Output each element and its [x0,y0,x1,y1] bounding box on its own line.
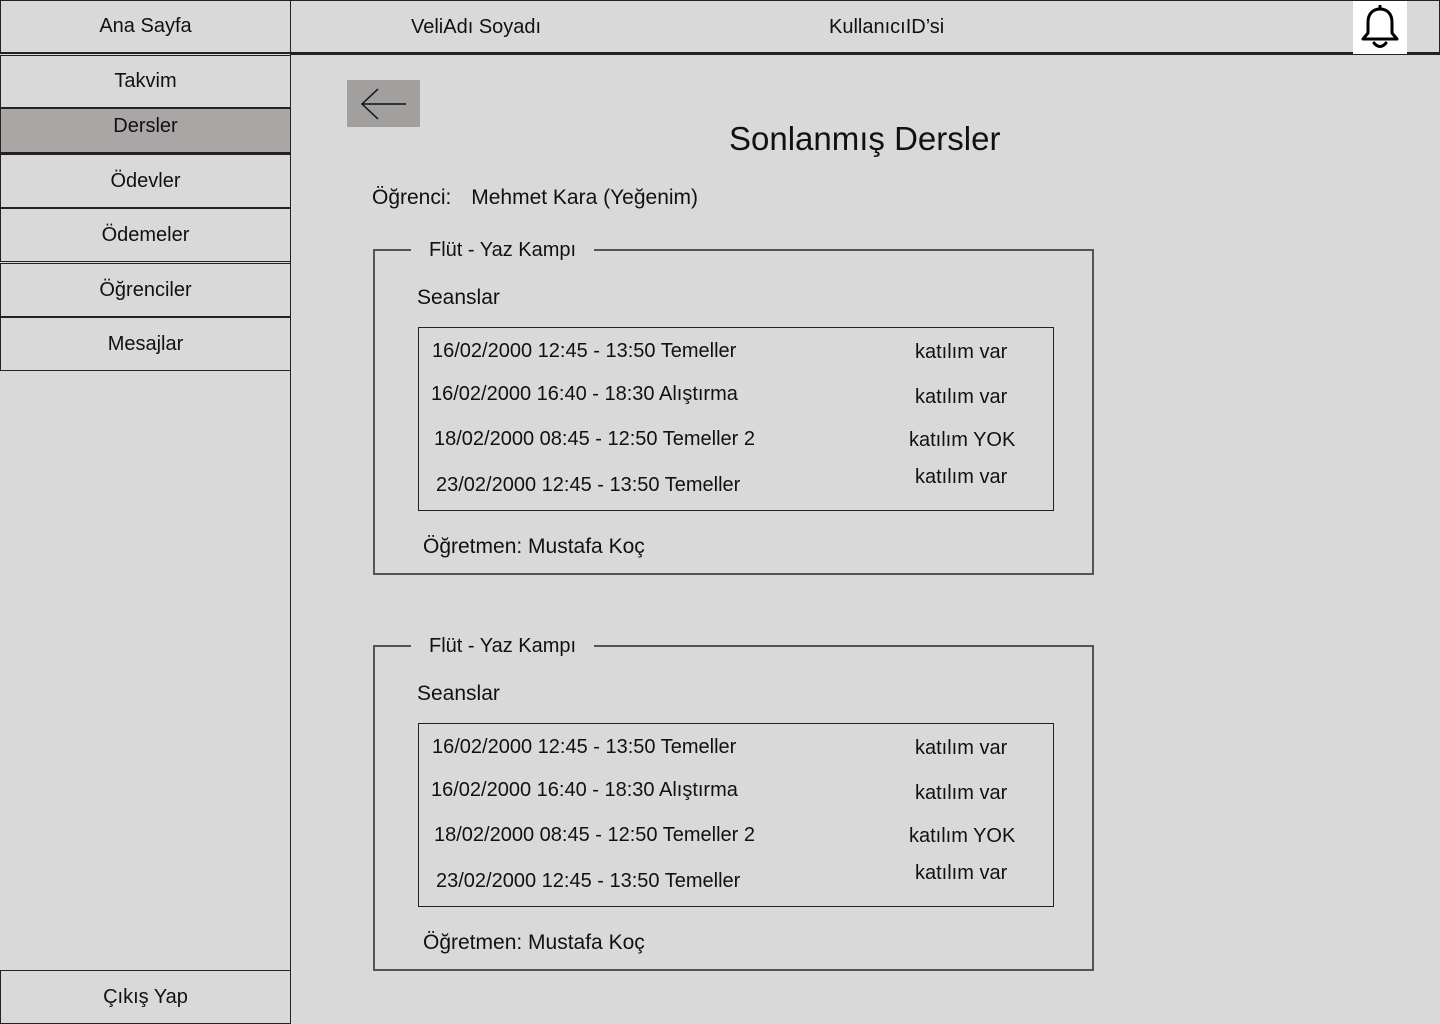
parent-name: VeliAdı Soyadı [411,16,542,38]
sidebar-item-label: Ödevler [110,169,181,192]
bell-icon [1361,4,1399,48]
course-title: Flüt - Yaz Kampı [411,237,595,263]
sidebar: Ana Sayfa Takvim Dersler Ödevler Ödemele… [0,0,291,1024]
sessions-list: 16/02/2000 12:45 - 13:50 Temeller katılı… [418,327,1054,511]
session-row[interactable]: 16/02/2000 16:40 - 18:30 Alıştırma katıl… [419,383,1053,413]
logout-button[interactable]: Çıkış Yap [0,970,291,1024]
student-name: Mehmet Kara (Yeğenim) [471,186,699,209]
student-info: Öğrenci: Mehmet Kara (Yeğenim) [372,186,698,210]
session-row[interactable]: 16/02/2000 12:45 - 13:50 Temeller katılı… [419,340,1053,370]
page-title: Sonlanmış Dersler [729,120,1001,157]
attendance-status: katılım var [915,466,1008,488]
arrow-left-icon [360,87,406,120]
session-text: 18/02/2000 08:45 - 12:50 Temeller 2 [434,824,755,846]
sidebar-item-home[interactable]: Ana Sayfa [0,0,291,54]
course-card: Flüt - Yaz Kampı Seanslar 16/02/2000 12:… [373,237,1094,575]
sidebar-item-label: Takvim [114,70,177,92]
top-bar: VeliAdı Soyadı KullanıcıID’si [290,0,1440,55]
sessions-label: Seanslar [417,682,500,705]
course-title: Flüt - Yaz Kampı [411,633,595,659]
sidebar-item-label: Mesajlar [107,332,184,355]
session-text: 23/02/2000 12:45 - 13:50 Temeller [436,870,741,892]
sidebar-item-lessons[interactable]: Dersler [0,108,291,154]
sidebar-item-students[interactable]: Öğrenciler [0,263,291,317]
session-row[interactable]: 23/02/2000 12:45 - 13:50 Temeller katılı… [419,862,1053,900]
attendance-status: katılım var [915,737,1008,759]
session-row[interactable]: 16/02/2000 16:40 - 18:30 Alıştırma katıl… [419,779,1053,809]
sidebar-item-label: Dersler [113,115,178,137]
student-label: Öğrenci: [372,186,452,209]
sidebar-item-label: Ana Sayfa [99,15,192,37]
sidebar-item-payments[interactable]: Ödemeler [0,208,291,262]
sessions-list: 16/02/2000 12:45 - 13:50 Temeller katılı… [418,723,1054,907]
session-text: 16/02/2000 16:40 - 18:30 Alıştırma [431,779,738,801]
sessions-label: Seanslar [417,286,500,309]
teacher-name: Öğretmen: Mustafa Koç [423,931,645,954]
session-row[interactable]: 18/02/2000 08:45 - 12:50 Temeller 2 katı… [419,824,1053,854]
sidebar-item-messages[interactable]: Mesajlar [0,317,291,371]
course-card: Flüt - Yaz Kampı Seanslar 16/02/2000 12:… [373,633,1094,971]
session-text: 16/02/2000 16:40 - 18:30 Alıştırma [431,383,738,405]
back-button[interactable] [347,80,420,127]
attendance-status: katılım YOK [909,429,1016,451]
sidebar-item-label: Öğrenciler [99,278,192,301]
sidebar-item-calendar[interactable]: Takvim [0,55,291,108]
attendance-status: katılım var [915,386,1008,408]
teacher-name: Öğretmen: Mustafa Koç [423,535,645,558]
session-text: 18/02/2000 08:45 - 12:50 Temeller 2 [434,428,755,450]
attendance-status: katılım YOK [909,825,1016,847]
attendance-status: katılım var [915,862,1008,884]
session-text: 16/02/2000 12:45 - 13:50 Temeller [432,736,737,758]
session-row[interactable]: 23/02/2000 12:45 - 13:50 Temeller katılı… [419,466,1053,504]
attendance-status: katılım var [915,782,1008,804]
session-text: 23/02/2000 12:45 - 13:50 Temeller [436,474,741,496]
logout-label: Çıkış Yap [103,985,188,1008]
notification-button[interactable] [1353,1,1407,54]
session-row[interactable]: 16/02/2000 12:45 - 13:50 Temeller katılı… [419,736,1053,766]
user-id: KullanıcıID’si [829,16,945,38]
attendance-status: katılım var [915,341,1008,363]
sidebar-item-homework[interactable]: Ödevler [0,154,291,208]
sidebar-item-label: Ödemeler [101,223,190,246]
session-text: 16/02/2000 12:45 - 13:50 Temeller [432,340,737,362]
session-row[interactable]: 18/02/2000 08:45 - 12:50 Temeller 2 katı… [419,428,1053,458]
app-root: Ana Sayfa Takvim Dersler Ödevler Ödemele… [0,0,1440,1024]
